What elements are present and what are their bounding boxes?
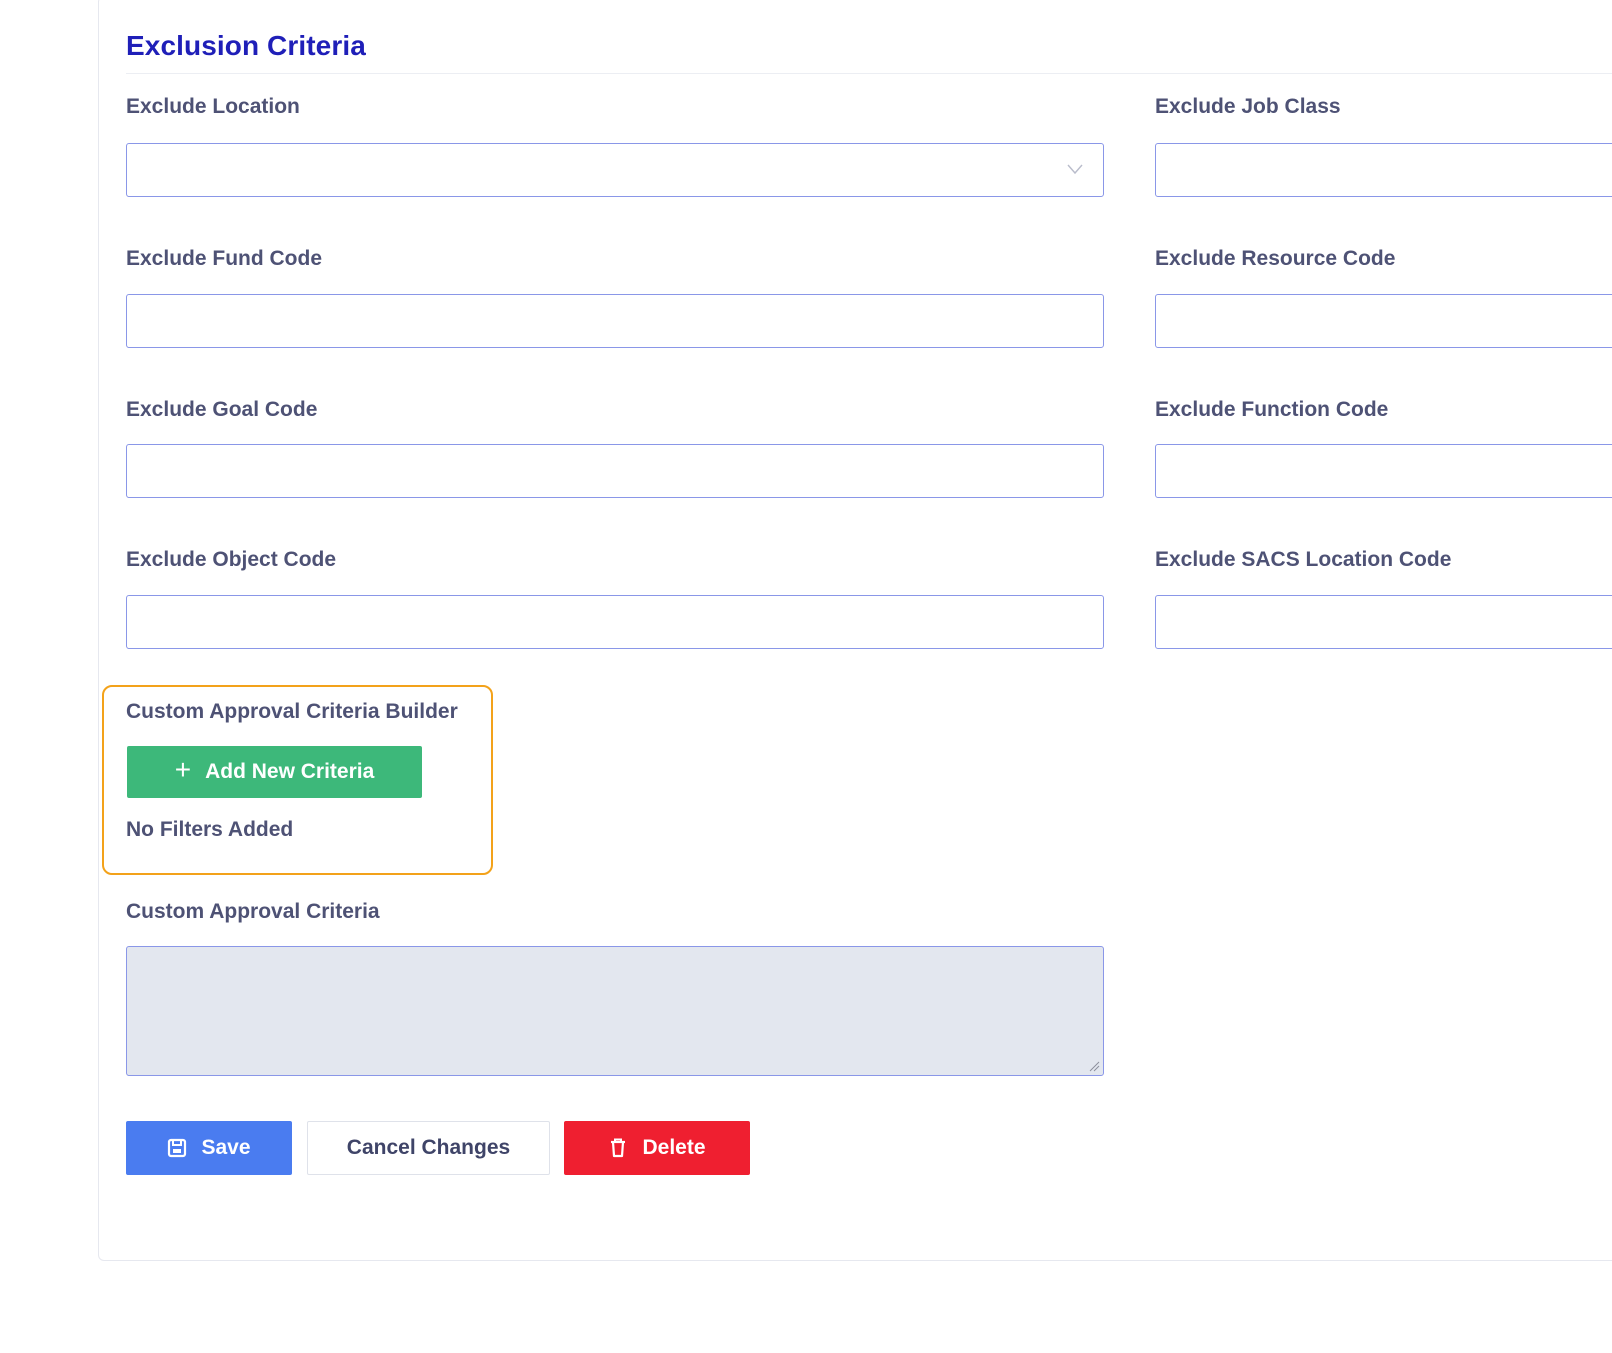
exclude-location-select[interactable] [126, 143, 1104, 197]
criteria-builder-label: Custom Approval Criteria Builder [126, 700, 458, 723]
add-new-criteria-button[interactable]: + Add New Criteria [127, 746, 422, 798]
custom-approval-criteria-label: Custom Approval Criteria [126, 900, 380, 923]
cancel-changes-button[interactable]: Cancel Changes [307, 1121, 550, 1175]
exclude-fund-code-input[interactable] [126, 294, 1104, 348]
exclude-sacs-location-code-input[interactable] [1155, 595, 1612, 649]
exclude-goal-code-input[interactable] [126, 444, 1104, 498]
exclude-goal-code-label: Exclude Goal Code [126, 398, 318, 421]
no-filters-message: No Filters Added [126, 818, 294, 841]
exclude-sacs-location-code-label: Exclude SACS Location Code [1155, 548, 1452, 571]
delete-label: Delete [642, 1136, 706, 1159]
exclude-resource-code-input[interactable] [1155, 294, 1612, 348]
exclude-resource-code-label: Exclude Resource Code [1155, 247, 1396, 270]
exclude-function-code-input[interactable] [1155, 444, 1612, 498]
custom-approval-criteria-textarea[interactable] [126, 946, 1104, 1076]
exclude-fund-code-label: Exclude Fund Code [126, 247, 323, 270]
exclude-object-code-label: Exclude Object Code [126, 548, 337, 571]
save-button[interactable]: Save [126, 1121, 292, 1175]
resize-handle-icon[interactable] [1088, 1060, 1100, 1072]
trash-icon [611, 1138, 626, 1158]
plus-icon: + [174, 754, 192, 785]
chevron-down-icon [1067, 164, 1083, 175]
add-new-criteria-label: Add New Criteria [205, 760, 375, 783]
exclude-function-code-label: Exclude Function Code [1155, 398, 1389, 421]
exclude-job-class-label: Exclude Job Class [1155, 95, 1341, 118]
exclude-object-code-input[interactable] [126, 595, 1104, 649]
delete-button[interactable]: Delete [564, 1121, 750, 1175]
cancel-changes-label: Cancel Changes [346, 1136, 511, 1159]
exclude-job-class-input[interactable] [1155, 143, 1612, 197]
section-title: Exclusion Criteria [126, 30, 366, 61]
save-label: Save [201, 1136, 251, 1159]
exclude-location-label: Exclude Location [126, 95, 300, 118]
section-divider [126, 73, 1612, 74]
floppy-disk-icon [168, 1138, 187, 1158]
